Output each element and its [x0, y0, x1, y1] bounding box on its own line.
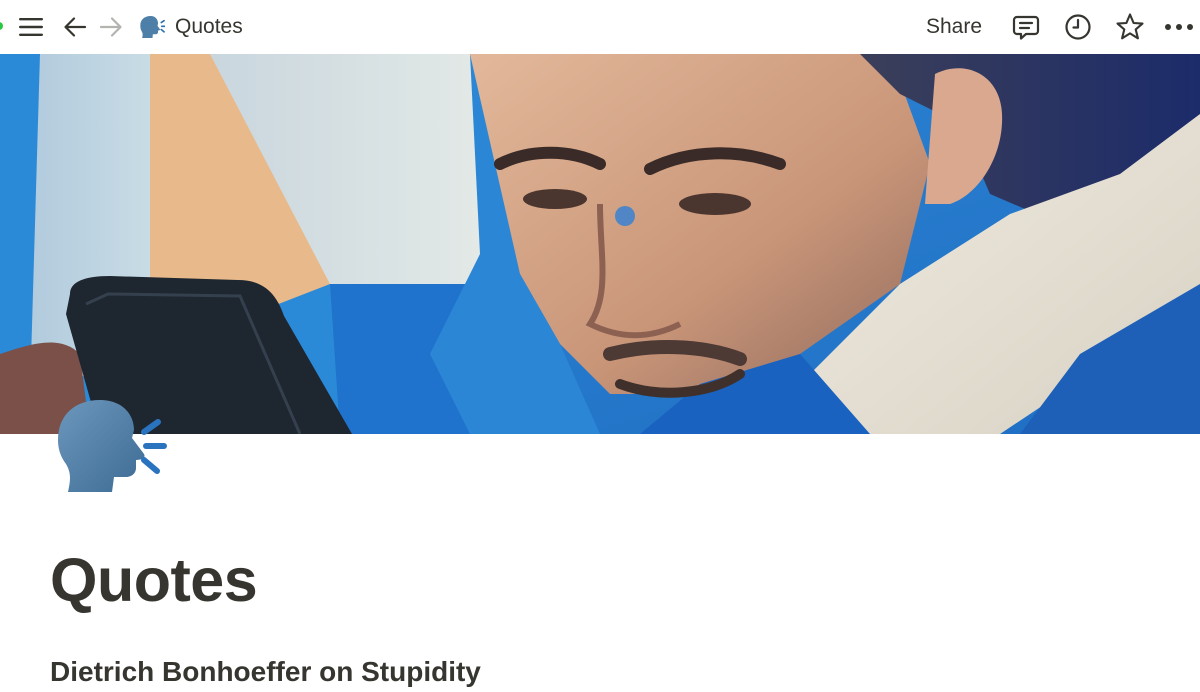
section-heading[interactable]: Dietrich Bonhoeffer on Stupidity	[50, 652, 481, 692]
page-icon[interactable]	[52, 396, 168, 494]
speaking-head-icon	[140, 16, 165, 38]
share-button[interactable]: Share	[926, 13, 982, 41]
page-title[interactable]: Quotes	[50, 540, 258, 620]
speaking-head-icon	[58, 400, 167, 492]
arrow-right-icon	[99, 17, 122, 37]
comments-button[interactable]	[1010, 11, 1042, 43]
more-horizontal-icon	[1165, 24, 1193, 30]
breadcrumb-title: Quotes	[175, 15, 243, 38]
favorite-button[interactable]	[1113, 10, 1147, 44]
window-zoom-dot[interactable]	[0, 22, 3, 30]
updates-button[interactable]	[1062, 11, 1094, 43]
comment-icon	[1012, 15, 1040, 40]
top-bar: Quotes Share	[0, 0, 1200, 54]
forward-button[interactable]	[96, 12, 126, 42]
clock-icon	[1065, 14, 1091, 40]
back-button[interactable]	[60, 12, 90, 42]
star-icon	[1116, 13, 1144, 40]
cover-image[interactable]	[0, 54, 1200, 434]
breadcrumb[interactable]: Quotes	[138, 13, 243, 41]
more-options-button[interactable]	[1162, 12, 1196, 42]
hamburger-menu-icon	[19, 18, 43, 36]
cover-photo	[0, 54, 1200, 434]
sidebar-menu-button[interactable]	[16, 13, 46, 41]
arrow-left-icon	[64, 17, 87, 37]
